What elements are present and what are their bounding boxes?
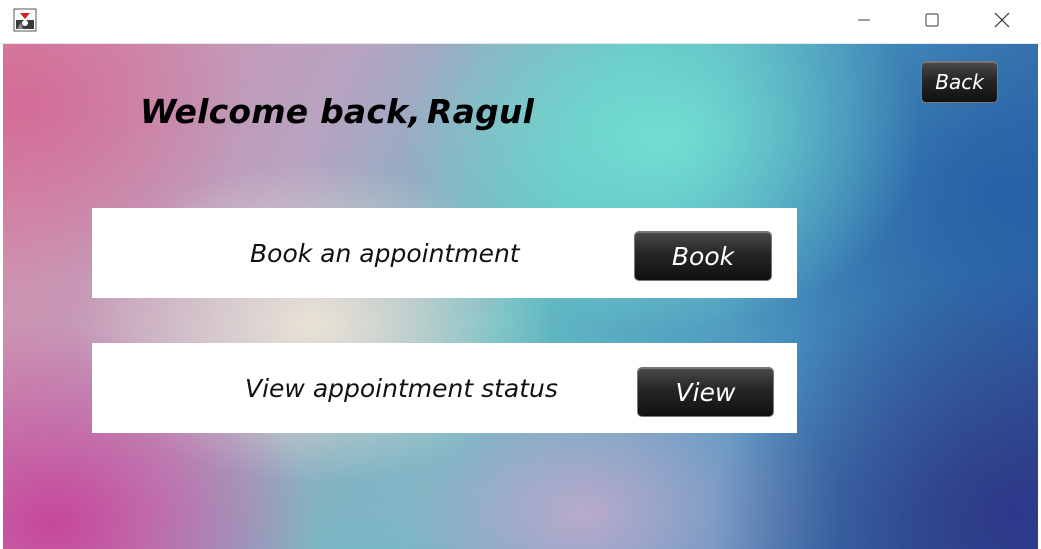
app-window: Welcome back, Ragul Back Book an appointm… (0, 0, 1041, 549)
minimize-icon (856, 12, 872, 32)
minimize-button[interactable] (834, 0, 894, 43)
java-duke-icon (13, 8, 37, 32)
close-button[interactable] (972, 0, 1032, 43)
view-button[interactable]: View (637, 367, 774, 417)
user-name: Ragul (427, 92, 535, 131)
book-button[interactable]: Book (634, 231, 772, 281)
welcome-text: Welcome back, (140, 92, 422, 131)
book-appointment-card: Book an appointment Book (92, 208, 797, 298)
close-icon (993, 11, 1011, 33)
maximize-button[interactable] (902, 0, 962, 43)
title-bar (0, 0, 1041, 44)
back-button[interactable]: Back (921, 61, 998, 103)
maximize-icon (924, 12, 940, 32)
welcome-heading: Welcome back, Ragul (140, 92, 534, 131)
view-status-card: View appointment status View (92, 343, 797, 433)
view-status-label: View appointment status (245, 373, 558, 403)
book-appointment-label: Book an appointment (250, 238, 520, 268)
main-panel: Welcome back, Ragul Back Book an appointm… (3, 44, 1038, 549)
